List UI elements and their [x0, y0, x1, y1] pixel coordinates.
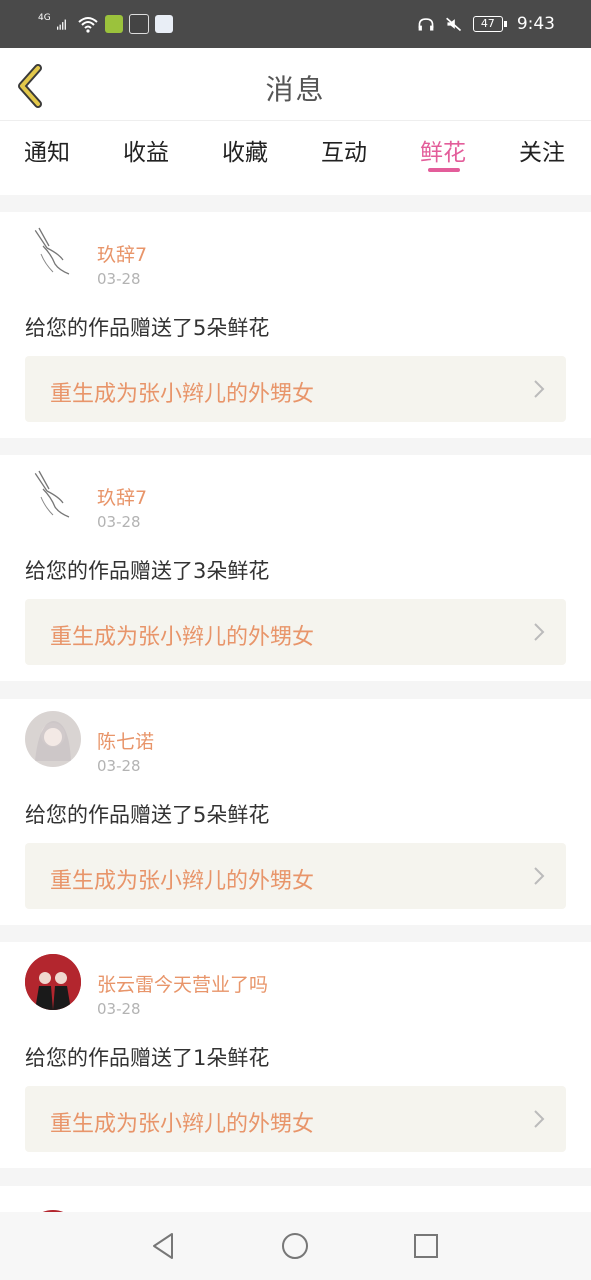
username[interactable]: 张云雷今天营业了吗: [97, 970, 268, 997]
app-notification-icon: [128, 14, 149, 34]
home-circle-icon[interactable]: [279, 1230, 311, 1262]
active-tab-indicator: [428, 168, 460, 172]
app-notification-icon: [104, 15, 123, 33]
tab-flowers[interactable]: 鲜花: [420, 133, 466, 167]
tab-notifications[interactable]: 通知: [24, 133, 70, 167]
work-title: 重生成为张小辫儿的外甥女: [50, 869, 315, 894]
work-title: 重生成为张小辫儿的外甥女: [50, 1112, 315, 1137]
message-card: 玖辞7 03-28 给您的作品赠送了5朵鲜花 重生成为张小辫儿的外甥女: [0, 212, 591, 438]
chevron-right-icon: [534, 867, 545, 885]
recents-square-icon[interactable]: [410, 1230, 442, 1262]
message-text: 给您的作品赠送了5朵鲜花: [25, 316, 270, 340]
work-link[interactable]: 重生成为张小辫儿的外甥女: [25, 356, 566, 422]
tab-following[interactable]: 关注: [519, 133, 565, 167]
message-card: 玖辞7 03-28 给您的作品赠送了3朵鲜花 重生成为张小辫儿的外甥女: [0, 455, 591, 681]
chevron-right-icon: [534, 623, 545, 641]
message-text: 给您的作品赠送了3朵鲜花: [25, 559, 270, 583]
status-bar: 4G 47 9:43: [0, 0, 591, 48]
message-text: 给您的作品赠送了5朵鲜花: [25, 803, 270, 827]
avatar[interactable]: [25, 954, 81, 1010]
tab-bar: 通知 收益 收藏 互动 鲜花 关注: [0, 120, 591, 195]
network-type: 4G: [38, 13, 51, 23]
system-nav-bar: [0, 1212, 591, 1280]
message-date: 03-28: [97, 270, 141, 288]
avatar[interactable]: [25, 711, 81, 767]
message-card: 陈七诺 03-28 给您的作品赠送了5朵鲜花 重生成为张小辫儿的外甥女: [0, 699, 591, 925]
page-title: 消息: [265, 73, 326, 106]
app-notification-icon: [154, 15, 173, 33]
message-date: 03-28: [97, 757, 141, 775]
avatar[interactable]: [25, 467, 81, 523]
signal-icon: [56, 19, 66, 30]
message-text: 给您的作品赠送了1朵鲜花: [25, 1046, 270, 1070]
header: 消息: [0, 48, 591, 120]
tab-earnings[interactable]: 收益: [123, 133, 169, 167]
clock: 9:43: [516, 14, 555, 34]
battery-icon: 47: [472, 16, 507, 32]
work-title: 重生成为张小辫儿的外甥女: [50, 382, 315, 407]
username[interactable]: 玖辞7: [97, 240, 147, 267]
back-triangle-icon[interactable]: [148, 1230, 180, 1262]
message-card: 张云雷今天营业了吗 03-28 给您的作品赠送了1朵鲜花 重生成为张小辫儿的外甥…: [0, 942, 591, 1168]
username[interactable]: 玖辞7: [97, 483, 147, 510]
tab-interactions[interactable]: 互动: [321, 133, 367, 167]
message-date: 03-28: [97, 513, 141, 531]
work-title: 重生成为张小辫儿的外甥女: [50, 625, 315, 650]
avatar[interactable]: [25, 224, 81, 280]
headphones-icon: [418, 18, 434, 31]
work-link[interactable]: 重生成为张小辫儿的外甥女: [25, 1086, 566, 1152]
chevron-right-icon: [534, 380, 545, 398]
chevron-right-icon: [534, 1110, 545, 1128]
username[interactable]: 陈七诺: [97, 727, 154, 754]
mute-icon: [445, 17, 461, 32]
tab-favorites[interactable]: 收藏: [222, 133, 268, 167]
message-date: 03-28: [97, 1000, 141, 1018]
work-link[interactable]: 重生成为张小辫儿的外甥女: [25, 599, 566, 665]
work-link[interactable]: 重生成为张小辫儿的外甥女: [25, 843, 566, 909]
wifi-icon: [78, 17, 98, 33]
